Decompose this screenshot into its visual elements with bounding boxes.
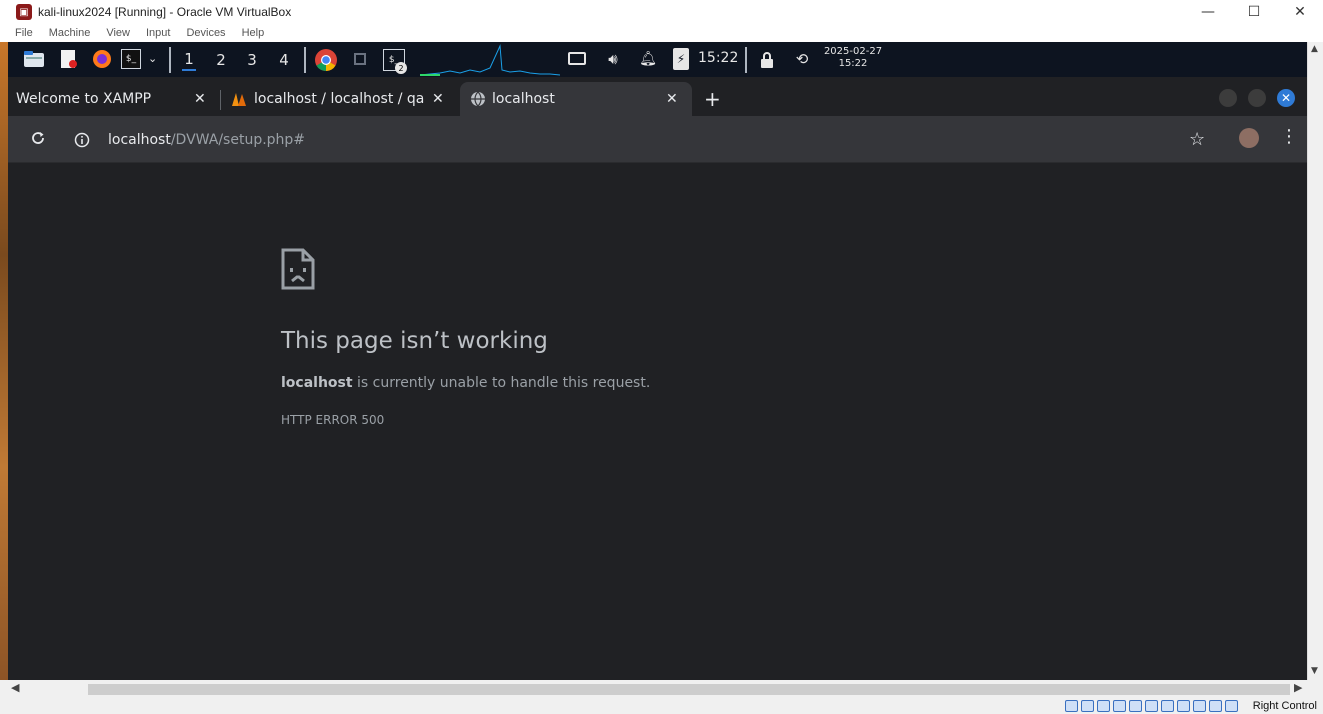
terminal-icon[interactable]: $_ [121, 49, 141, 69]
error-title: This page isn’t working [281, 328, 548, 354]
sad-page-icon [281, 248, 315, 290]
vbox-menu-bar: File Machine View Input Devices Help [0, 24, 1323, 42]
error-message: is currently unable to handle this reque… [352, 375, 651, 391]
tab-strip: Welcome to XAMPP ✕ localhost / localhost… [8, 77, 1307, 116]
vbox-status-bar: Right Control [0, 698, 1323, 714]
display-status-icon[interactable] [1161, 700, 1174, 712]
page-content: This page isn’t working localhost is cur… [8, 164, 1307, 680]
close-window-button[interactable]: ✕ [1277, 0, 1323, 24]
mouse-integration-icon[interactable] [1209, 700, 1222, 712]
menu-view[interactable]: View [106, 27, 130, 39]
status-icons [1062, 700, 1238, 712]
virtualbox-icon: ▣ [16, 4, 32, 20]
workspace-2[interactable]: 2 [214, 49, 228, 71]
menu-machine[interactable]: Machine [49, 27, 91, 39]
hard-disk-icon[interactable] [1065, 700, 1078, 712]
lock-icon[interactable] [759, 51, 775, 69]
display-icon[interactable] [568, 51, 586, 67]
window-icon[interactable] [354, 53, 366, 65]
host-key-label: Right Control [1252, 700, 1317, 712]
error-description: localhost is currently unable to handle … [281, 375, 650, 391]
workspace-3[interactable]: 3 [245, 49, 259, 71]
info-icon[interactable] [74, 132, 90, 148]
window-title-bar: ▣ kali-linux2024 [Running] - Oracle VM V… [0, 0, 1323, 24]
minimize-dot-icon[interactable] [1219, 89, 1237, 107]
chevron-down-icon[interactable]: ⌄ [148, 52, 157, 65]
workspace-1[interactable]: 1 [182, 49, 196, 71]
panel-time[interactable]: 15:22 [698, 50, 738, 66]
optical-drive-icon[interactable] [1081, 700, 1094, 712]
clock-time: 15:22 [838, 58, 868, 69]
close-tab-icon[interactable]: ✕ [432, 91, 444, 107]
shared-folders-icon[interactable] [1145, 700, 1158, 712]
scroll-up-arrow-icon[interactable]: ▲ [1311, 44, 1318, 54]
tab-localhost[interactable]: localhost ✕ [460, 82, 692, 116]
clock-date: 2025-02-27 [823, 46, 883, 57]
cpu-graph [420, 44, 560, 76]
workspace-4[interactable]: 4 [277, 49, 291, 71]
browser-toolbar: localhost/DVWA/setup.php# ☆ ⋮ [8, 116, 1307, 163]
error-code: HTTP ERROR 500 [281, 413, 385, 427]
volume-icon[interactable]: 🔊︎ [603, 50, 623, 68]
network-icon[interactable] [1113, 700, 1126, 712]
vertical-scrollbar[interactable]: ▲ ▼ [1307, 42, 1323, 680]
url-host: localhost [108, 132, 171, 148]
menu-kebab-icon[interactable]: ⋮ [1280, 126, 1298, 147]
horizontal-scrollbar[interactable]: ◀ ▶ [0, 680, 1307, 698]
address-bar[interactable]: localhost/DVWA/setup.php# [66, 124, 1166, 156]
menu-input[interactable]: Input [146, 27, 170, 39]
terminal-count-badge: 2 [395, 62, 407, 74]
logout-icon[interactable]: ⟲ [793, 50, 811, 68]
scroll-down-arrow-icon[interactable]: ▼ [1311, 666, 1318, 676]
profile-avatar[interactable] [1239, 128, 1259, 148]
globe-icon [470, 91, 486, 107]
url-path: /DVWA/setup.php# [170, 132, 306, 148]
tab-welcome-xampp[interactable]: Welcome to XAMPP ✕ [8, 82, 218, 116]
scroll-right-arrow-icon[interactable]: ▶ [1294, 681, 1302, 694]
bookmark-star-icon[interactable]: ☆ [1189, 129, 1205, 150]
phpmyadmin-icon [230, 91, 248, 107]
scroll-left-arrow-icon[interactable]: ◀ [11, 681, 19, 694]
audio-icon[interactable] [1097, 700, 1110, 712]
new-tab-button[interactable]: + [704, 87, 721, 111]
maximize-dot-icon[interactable] [1248, 89, 1266, 107]
minimize-button[interactable]: — [1185, 0, 1231, 24]
panel-separator [304, 47, 306, 73]
text-editor-icon[interactable] [60, 49, 78, 69]
chrome-taskbar-icon[interactable] [314, 48, 338, 72]
tab-label: Welcome to XAMPP [16, 91, 152, 107]
keyboard-capture-icon[interactable] [1225, 700, 1238, 712]
tab-label: localhost / localhost / qa [254, 91, 424, 107]
panel-separator [745, 47, 747, 73]
menu-devices[interactable]: Devices [186, 27, 225, 39]
reload-icon[interactable] [30, 130, 48, 148]
window-title: kali-linux2024 [Running] - Oracle VM Vir… [38, 5, 292, 19]
scrollbar-thumb[interactable] [88, 684, 1290, 695]
usb-icon[interactable] [1129, 700, 1142, 712]
menu-file[interactable]: File [15, 27, 33, 39]
error-host: localhost [281, 375, 353, 391]
url-text: localhost/DVWA/setup.php# [108, 132, 305, 148]
close-tab-icon[interactable]: ✕ [666, 91, 678, 107]
panel-clock[interactable]: 2025-02-27 15:22 [818, 46, 888, 70]
recording-icon[interactable] [1177, 700, 1190, 712]
tab-label: localhost [492, 91, 555, 107]
close-browser-icon[interactable]: ✕ [1277, 89, 1295, 107]
tab-phpmyadmin[interactable]: localhost / localhost / qa ✕ [222, 82, 454, 116]
notification-bell-icon[interactable]: 🔔︎ [639, 50, 657, 68]
close-tab-icon[interactable]: ✕ [194, 91, 206, 107]
vm-screen[interactable]: $_ ⌄ 1 2 3 4 $_ 2 🔊︎ 🔔︎ ⚡ 15:22 ⟲ 2025-0… [8, 42, 1307, 680]
menu-help[interactable]: Help [242, 27, 265, 39]
kali-panel: $_ ⌄ 1 2 3 4 $_ 2 🔊︎ 🔔︎ ⚡ 15:22 ⟲ 2025-0… [8, 42, 1307, 77]
panel-separator [169, 47, 171, 73]
tab-separator [220, 90, 221, 110]
maximize-button[interactable]: ☐ [1231, 0, 1277, 24]
firefox-icon[interactable] [92, 49, 112, 69]
desktop-edge [0, 42, 8, 680]
file-manager-icon[interactable] [24, 50, 44, 68]
battery-charging-icon[interactable]: ⚡ [673, 48, 689, 70]
cpu-status-icon[interactable] [1193, 700, 1206, 712]
